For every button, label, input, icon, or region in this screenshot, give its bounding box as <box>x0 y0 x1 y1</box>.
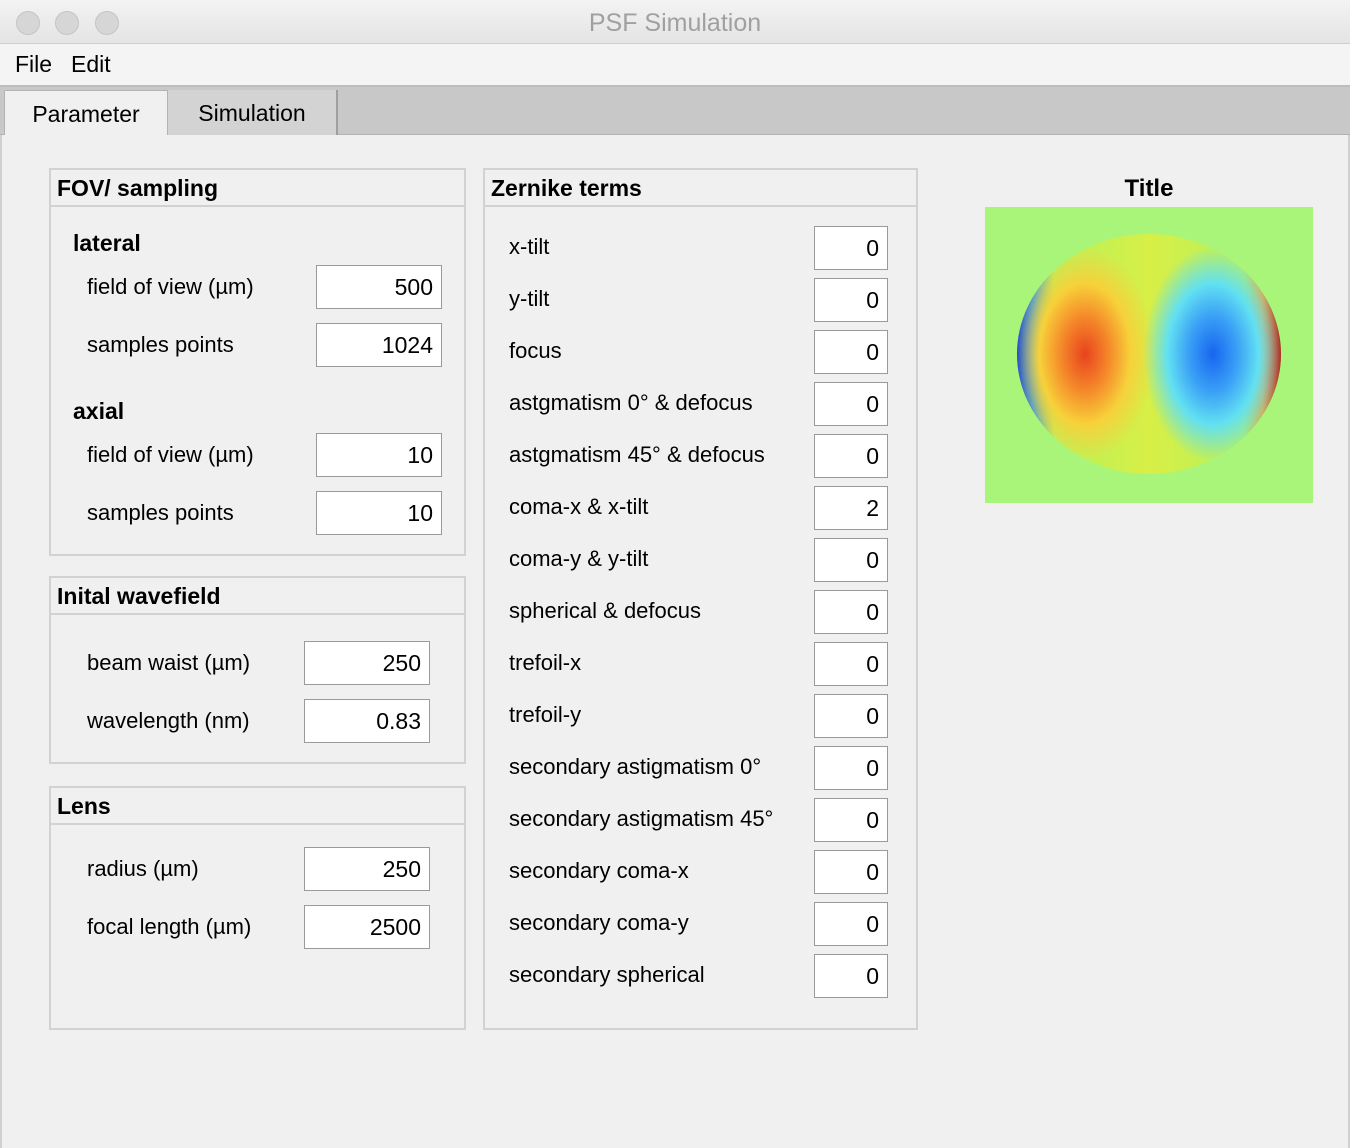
zernike-term-input[interactable]: 0 <box>814 798 888 842</box>
axial-samples-input[interactable]: 10 <box>316 491 442 535</box>
menu-bar: File Edit <box>0 44 1350 87</box>
menu-edit[interactable]: Edit <box>71 51 111 78</box>
menu-file[interactable]: File <box>15 51 52 78</box>
zernike-term-input[interactable]: 0 <box>814 330 888 374</box>
title-bar: PSF Simulation <box>0 0 1350 44</box>
panel-title: Lens <box>51 788 464 825</box>
zernike-term-input[interactable]: 0 <box>814 642 888 686</box>
zernike-term-input[interactable]: 0 <box>814 902 888 946</box>
lateral-fov-input[interactable]: 500 <box>316 265 442 309</box>
zernike-term-input[interactable]: 0 <box>814 694 888 738</box>
zernike-term-label: astgmatism 0° & defocus <box>509 390 753 415</box>
initial-wavefield-panel: Inital wavefield beam waist (µm) 250 wav… <box>49 576 466 764</box>
zernike-term-label: secondary coma-x <box>509 858 689 883</box>
wavelength-label: wavelength (nm) <box>87 708 250 733</box>
zernike-term-label: secondary astigmatism 0° <box>509 754 762 779</box>
lateral-samples-label: samples points <box>87 332 234 357</box>
zernike-term-label: astgmatism 45° & defocus <box>509 442 765 467</box>
zernike-term-label: trefoil-x <box>509 650 582 675</box>
tab-parameter[interactable]: Parameter <box>4 90 168 136</box>
axial-heading: axial <box>73 398 125 424</box>
beam-waist-input[interactable]: 250 <box>304 641 430 685</box>
panel-title: Zernike terms <box>485 170 916 207</box>
zernike-term-input[interactable]: 0 <box>814 278 888 322</box>
zernike-terms-panel: Zernike terms x-tilt 0 y-tilt 0 focus 0 astgma… <box>483 168 918 1030</box>
zernike-term-input[interactable]: 0 <box>814 226 888 270</box>
zernike-term-input[interactable]: 2 <box>814 486 888 530</box>
beam-waist-label: beam waist (µm) <box>87 650 251 675</box>
focal-length-label: focal length (µm) <box>87 914 252 939</box>
zernike-term-input[interactable]: 0 <box>814 954 888 998</box>
zernike-term-label: secondary spherical <box>509 962 705 987</box>
zernike-term-label: secondary astigmatism 45° <box>509 806 774 831</box>
zernike-term-input[interactable]: 0 <box>814 850 888 894</box>
window-title: PSF Simulation <box>588 9 762 37</box>
zernike-term-input[interactable]: 0 <box>814 382 888 426</box>
zernike-term-label: trefoil-y <box>509 702 582 727</box>
plot-title: Title <box>1124 175 1174 202</box>
zernike-term-label: secondary coma-y <box>509 910 689 935</box>
fov-sampling-panel: FOV/ sampling lateral field of view (µm)… <box>49 168 466 556</box>
wavelength-input[interactable]: 0.83 <box>304 699 430 743</box>
zernike-term-label: x-tilt <box>509 234 550 259</box>
lateral-samples-input[interactable]: 1024 <box>316 323 442 367</box>
tab-simulation[interactable]: Simulation <box>168 90 338 135</box>
zernike-term-label: coma-x & x-tilt <box>509 494 649 519</box>
lateral-fov-label: field of view (µm) <box>87 274 254 299</box>
panel-title: FOV/ sampling <box>51 170 464 207</box>
zernike-term-input[interactable]: 0 <box>814 746 888 790</box>
tab-content-parameter: FOV/ sampling lateral field of view (µm)… <box>0 135 1350 1148</box>
zernike-term-label: coma-y & y-tilt <box>509 546 649 571</box>
zernike-term-label: focus <box>509 338 562 363</box>
zernike-term-input[interactable]: 0 <box>814 590 888 634</box>
lateral-heading: lateral <box>73 230 141 256</box>
lens-radius-input[interactable]: 250 <box>304 847 430 891</box>
axial-fov-label: field of view (µm) <box>87 442 254 467</box>
zernike-term-label: y-tilt <box>509 286 550 311</box>
axial-samples-label: samples points <box>87 500 234 525</box>
zernike-term-input[interactable]: 0 <box>814 538 888 582</box>
zernike-term-label: spherical & defocus <box>509 598 701 623</box>
zernike-term-input[interactable]: 0 <box>814 434 888 478</box>
wavefront-phase-plot <box>985 207 1313 503</box>
panel-title: Inital wavefield <box>51 578 464 615</box>
lens-panel: Lens radius (µm) 250 focal length (µm) 2… <box>49 786 466 1030</box>
tab-bar: Parameter Simulation <box>0 87 1350 136</box>
focal-length-input[interactable]: 2500 <box>304 905 430 949</box>
lens-radius-label: radius (µm) <box>87 856 199 881</box>
axial-fov-input[interactable]: 10 <box>316 433 442 477</box>
